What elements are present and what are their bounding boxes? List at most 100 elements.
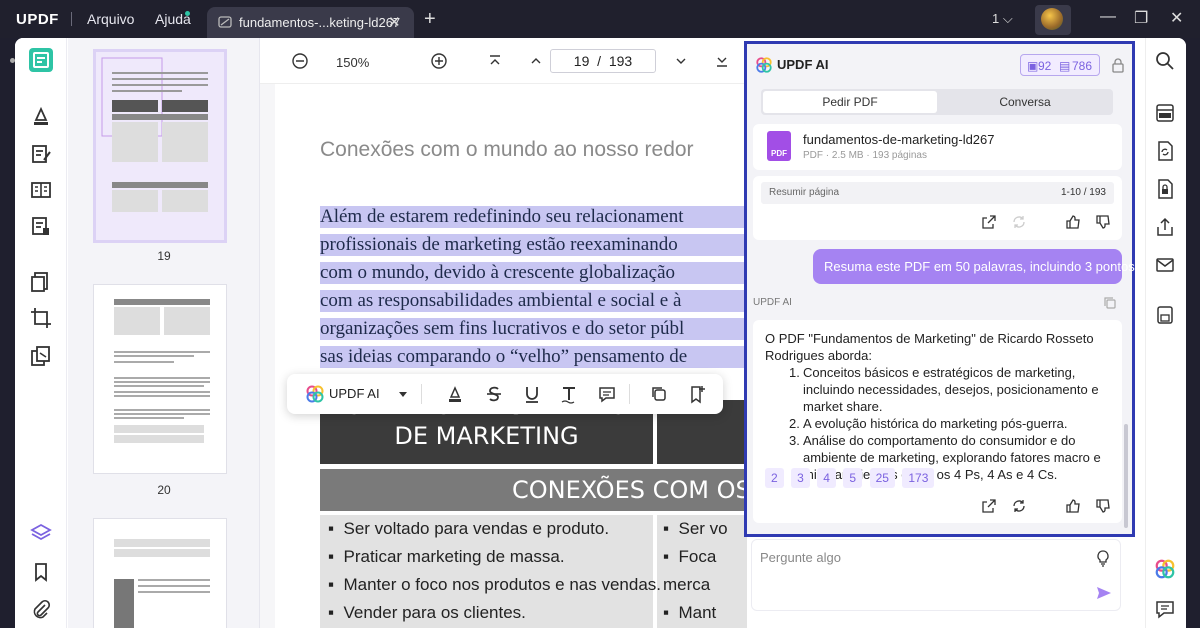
- chat-quota-icon: ▤: [1059, 59, 1071, 73]
- highlighted-text-line[interactable]: Além de estarem redefinindo seu relacion…: [320, 206, 747, 228]
- updf-ai-button[interactable]: UPDF AI: [329, 386, 380, 401]
- page-chip[interactable]: 25: [869, 468, 895, 488]
- export-icon[interactable]: [981, 498, 997, 514]
- highlighted-text-line[interactable]: profissionais de marketing estão reexami…: [320, 234, 747, 256]
- last-page-icon[interactable]: [712, 51, 732, 71]
- zoom-in-icon[interactable]: [429, 51, 449, 71]
- text-icon[interactable]: [559, 384, 579, 404]
- edit-text-icon[interactable]: [29, 142, 53, 166]
- page-number-input[interactable]: 19 / 193: [550, 49, 656, 73]
- pdf-quota: 92: [1038, 59, 1052, 73]
- document-viewer[interactable]: 150% 19 / 193 Conexões com o mundo ao no…: [260, 38, 747, 628]
- copy-icon[interactable]: [649, 384, 669, 404]
- lightbulb-icon[interactable]: [1095, 549, 1111, 567]
- ai-panel-title: UPDF AI: [777, 57, 829, 72]
- ai-panel-scrollbar[interactable]: [1124, 424, 1128, 528]
- updf-ai-logo-icon[interactable]: [305, 384, 325, 404]
- crop-icon[interactable]: [29, 306, 53, 330]
- thumbnail-page-21[interactable]: [93, 518, 227, 628]
- email-icon[interactable]: [1154, 254, 1176, 276]
- thumbs-down-icon[interactable]: [1095, 214, 1111, 230]
- send-icon[interactable]: [1096, 585, 1112, 601]
- add-bookmark-icon[interactable]: [687, 384, 707, 404]
- summary-card: Resumir página 1-10 / 193: [753, 176, 1122, 240]
- layers-icon[interactable]: [29, 521, 53, 545]
- zoom-out-icon[interactable]: [290, 51, 310, 71]
- minimize-button[interactable]: —: [1100, 8, 1116, 26]
- thumbs-up-icon[interactable]: [1065, 498, 1081, 514]
- file-card[interactable]: PDF fundamentos-de-marketing-ld267 PDF ·…: [753, 124, 1122, 170]
- copy-response-icon[interactable]: [1103, 296, 1117, 310]
- ai-quota-badge[interactable]: ▣ 92 ▤ 786: [1020, 54, 1100, 76]
- underline-icon[interactable]: [522, 384, 542, 404]
- thumbnail-panel: 19 20: [68, 38, 260, 628]
- form-icon[interactable]: [29, 178, 53, 202]
- thumbs-up-icon[interactable]: [1065, 214, 1081, 230]
- close-tab-icon[interactable]: ✕: [388, 13, 401, 31]
- lock-icon[interactable]: [1111, 57, 1125, 73]
- thumbnail-page-number: 20: [157, 483, 171, 497]
- page-chip[interactable]: 3: [791, 468, 810, 488]
- protect-icon[interactable]: [1154, 178, 1176, 200]
- document-tab[interactable]: fundamentos-...keting-ld267 ✕: [207, 7, 414, 38]
- file-name: fundamentos-de-marketing-ld267: [803, 132, 995, 147]
- menu-file[interactable]: Arquivo: [87, 11, 134, 27]
- comments-list-icon[interactable]: [1154, 598, 1176, 620]
- thumbs-down-icon[interactable]: [1095, 498, 1111, 514]
- zoom-level[interactable]: 150%: [336, 55, 369, 70]
- close-window-button[interactable]: ✕: [1170, 8, 1183, 28]
- updf-ai-logo-icon[interactable]: [1154, 558, 1176, 580]
- ocr-icon[interactable]: [1154, 102, 1176, 124]
- avatar[interactable]: [1041, 8, 1063, 30]
- page-chip[interactable]: 173: [902, 468, 935, 488]
- ai-answer-card: O PDF "Fundamentos de Marketing" de Rica…: [753, 320, 1122, 523]
- tools-icon[interactable]: [29, 344, 53, 368]
- highlight-icon[interactable]: [445, 384, 465, 404]
- tab-chat[interactable]: Conversa: [939, 91, 1111, 113]
- share-icon[interactable]: [1154, 216, 1176, 238]
- ask-input[interactable]: Pergunte algo: [751, 539, 1121, 611]
- search-icon[interactable]: [1154, 50, 1176, 72]
- highlighted-text-line[interactable]: com as responsabilidades ambiental e soc…: [320, 290, 747, 312]
- convert-icon[interactable]: [1154, 140, 1176, 162]
- export-icon[interactable]: [981, 214, 997, 230]
- banner-line-2: DE MARKETING: [394, 422, 579, 450]
- caret-down-icon[interactable]: [393, 384, 413, 404]
- regenerate-icon[interactable]: [1011, 498, 1027, 514]
- highlighter-icon[interactable]: [29, 104, 53, 128]
- comment-icon[interactable]: [597, 384, 617, 404]
- tab-ask-pdf[interactable]: Pedir PDF: [763, 91, 937, 113]
- regenerate-icon: [1013, 216, 1025, 228]
- toolbar-divider: [421, 384, 422, 404]
- thumbnail-page-19[interactable]: [93, 49, 227, 243]
- highlighted-text-line[interactable]: sas ideias comparando o “velho” pensamen…: [320, 346, 747, 368]
- strikethrough-icon[interactable]: [484, 384, 504, 404]
- page-chip[interactable]: 2: [765, 468, 784, 488]
- previous-page-icon[interactable]: [526, 51, 546, 71]
- attachment-icon[interactable]: [29, 598, 53, 622]
- page-chip[interactable]: 4: [817, 468, 836, 488]
- window-count[interactable]: 1 ⌵: [992, 11, 1013, 27]
- next-page-icon[interactable]: [671, 51, 691, 71]
- organize-pages-icon[interactable]: [29, 270, 53, 294]
- maximize-button[interactable]: ❐: [1134, 8, 1148, 28]
- right-toolbar: [1145, 38, 1186, 628]
- sign-icon[interactable]: [29, 214, 53, 238]
- list-item: ▪ Ser vo: [663, 519, 728, 538]
- highlighted-text-line[interactable]: organizações sem fins lucrativos e do se…: [320, 318, 747, 340]
- save-icon[interactable]: [1154, 304, 1176, 326]
- bookmark-icon[interactable]: [29, 560, 53, 584]
- ai-assistant-panel: UPDF AI ▣ 92 ▤ 786 Pedir PDF Conversa PD…: [744, 41, 1138, 537]
- updf-logo[interactable]: UPDF: [16, 11, 59, 28]
- reader-mode-icon[interactable]: [29, 48, 53, 72]
- page-chip[interactable]: 5: [843, 468, 863, 488]
- mode-switcher: Pedir PDF Conversa: [761, 89, 1113, 115]
- ai-response-label: UPDF AI: [753, 297, 792, 308]
- thumbnail-page-20[interactable]: [93, 284, 227, 474]
- answer-item: 2. A evolução histórica do marketing pós-…: [789, 416, 1068, 431]
- app-window: 19 20 150% 19 / 193 Conexões com o mundo…: [15, 38, 1186, 628]
- highlighted-text-line[interactable]: com o mundo, devido à crescente globaliz…: [320, 262, 747, 284]
- new-tab-button[interactable]: +: [424, 8, 436, 31]
- document-tab-title: fundamentos-...keting-ld267: [239, 15, 401, 30]
- first-page-icon[interactable]: [485, 51, 505, 71]
